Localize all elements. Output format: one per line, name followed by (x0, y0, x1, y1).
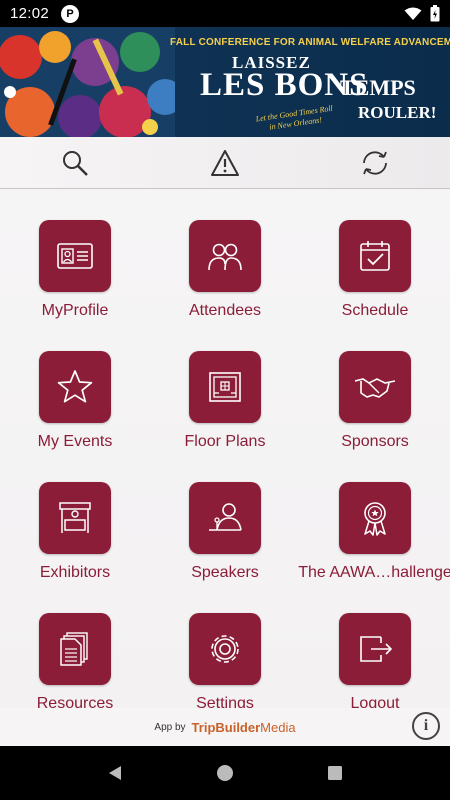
status-time: 12:02 (10, 5, 50, 22)
toolbar (0, 137, 450, 189)
tile-label: Floor Plans (184, 433, 266, 450)
gear-icon (211, 635, 239, 663)
home-button[interactable] (205, 753, 245, 793)
tile-my-events[interactable]: My Events (0, 321, 150, 451)
status-bar: 12:02 P (0, 0, 450, 27)
system-nav-bar (0, 746, 450, 800)
search-button[interactable] (50, 141, 100, 185)
battery-icon (430, 5, 440, 22)
banner-line3: TEMPS (340, 75, 416, 100)
tile-label: MyProfile (41, 302, 109, 319)
info-button[interactable]: i (412, 712, 440, 740)
banner-tagline: Let the Good Times Roll in New Orleans! (255, 103, 334, 132)
footer-prefix: App by (154, 721, 186, 733)
status-icons (404, 5, 440, 22)
recents-button[interactable] (315, 753, 355, 793)
tile-challenge[interactable]: The AAWA…hallenge (298, 452, 450, 582)
floor-plan-icon (209, 372, 241, 402)
tile-label: Settings (196, 695, 254, 708)
back-button[interactable] (95, 753, 135, 793)
calendar-check-icon (360, 241, 390, 271)
sync-icon (363, 150, 387, 175)
tile-label: Speakers (191, 564, 259, 581)
tile-floor-plans[interactable]: Floor Plans (150, 321, 300, 451)
tile-speakers[interactable]: Speakers (150, 452, 300, 582)
warning-icon (211, 149, 239, 176)
tile-myprofile[interactable]: MyProfile (0, 190, 150, 320)
logout-icon (360, 636, 393, 662)
brand-bold: TripBuilder (191, 719, 261, 735)
back-icon (109, 766, 121, 780)
tile-sponsors[interactable]: Sponsors (300, 321, 450, 451)
home-icon (217, 765, 233, 781)
tile-settings[interactable]: Settings (150, 583, 300, 708)
documents-icon (60, 632, 88, 666)
recents-icon (328, 766, 342, 780)
id-card-icon (57, 243, 93, 269)
people-icon (208, 243, 242, 271)
booth-icon (59, 502, 91, 533)
wifi-icon (404, 7, 422, 20)
alerts-button[interactable] (200, 141, 250, 185)
tile-label: Schedule (341, 302, 409, 319)
footer: App by TripBuilderMedia i (0, 708, 450, 746)
tile-label: The AAWA…hallenge (298, 564, 450, 581)
tile-label: Resources (36, 695, 114, 708)
banner-illustration (0, 27, 175, 137)
sync-button[interactable] (350, 141, 400, 185)
tile-label: My Events (37, 433, 113, 450)
tile-logout[interactable]: Logout (300, 583, 450, 708)
conference-banner: FALL CONFERENCE FOR ANIMAL WELFARE ADVAN… (0, 27, 450, 137)
app-notification-icon: P (61, 4, 80, 23)
handshake-icon (354, 378, 396, 398)
banner-line4: ROULER! (358, 103, 437, 122)
speaker-icon (209, 503, 242, 531)
banner-subtitle: FALL CONFERENCE FOR ANIMAL WELFARE ADVAN… (170, 37, 450, 48)
tile-attendees[interactable]: Attendees (150, 190, 300, 320)
tile-schedule[interactable]: Schedule (300, 190, 450, 320)
tripbuilder-logo: TripBuilderMedia (192, 720, 296, 735)
menu-grid: MyProfile Attendees Schedule My Events F… (0, 190, 450, 708)
tile-label: Sponsors (341, 433, 409, 450)
tile-exhibitors[interactable]: Exhibitors (0, 452, 150, 582)
tile-resources[interactable]: Resources (0, 583, 150, 708)
tile-label: Attendees (188, 302, 262, 319)
tile-label: Logout (350, 695, 400, 708)
star-icon (57, 370, 93, 403)
tile-label: Exhibitors (39, 564, 111, 581)
search-icon (63, 150, 88, 176)
brand-rest: Media (260, 719, 296, 735)
ribbon-icon (364, 502, 386, 536)
info-icon: i (423, 717, 429, 734)
